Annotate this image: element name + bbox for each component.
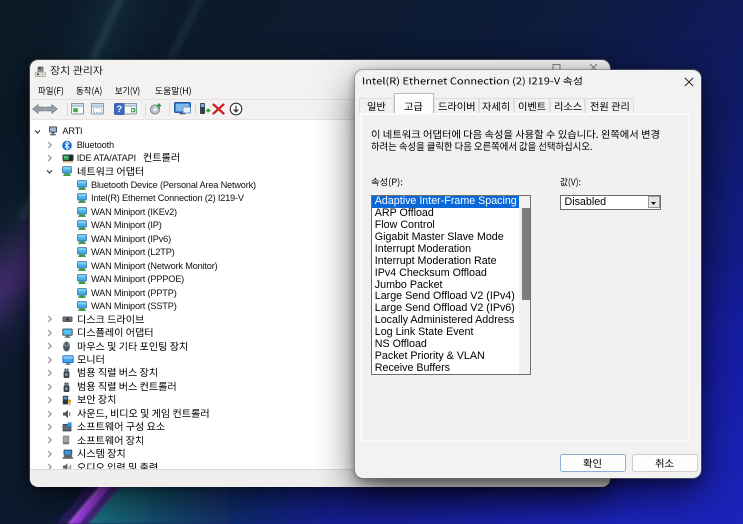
- svg-text:?: ?: [116, 104, 122, 114]
